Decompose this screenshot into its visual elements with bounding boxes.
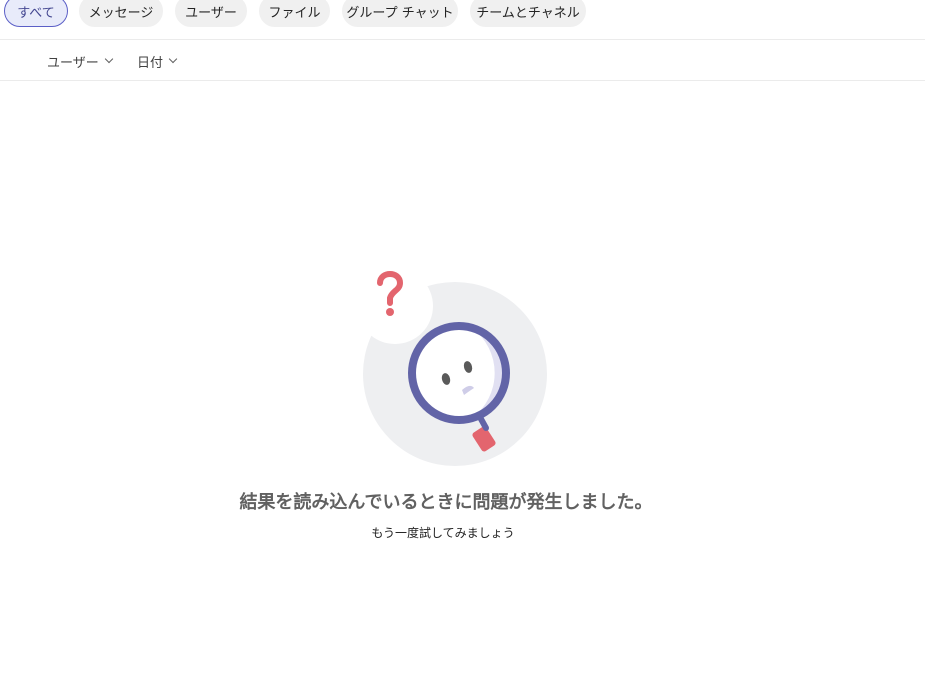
search-results-page: すべて メッセージ ユーザー ファイル グループ チャット チームとチャネル ユ…: [0, 0, 925, 700]
filter-bar: ユーザー 日付: [0, 41, 925, 81]
tab-people[interactable]: ユーザー: [175, 0, 247, 27]
chevron-down-icon: [104, 54, 113, 64]
tab-group-chats[interactable]: グループ チャット: [342, 0, 458, 27]
user-filter-label: ユーザー: [47, 55, 99, 71]
chevron-down-icon: [168, 54, 178, 64]
date-filter-label: 日付: [137, 55, 164, 71]
tab-messages[interactable]: メッセージ: [79, 0, 163, 27]
error-title: 結果を読み込んでいるときに問題が発生しました。: [239, 492, 653, 513]
date-filter-dropdown[interactable]: 日付: [137, 51, 178, 71]
tab-teams-and-channels[interactable]: チームとチャネル: [470, 0, 586, 27]
tab-files[interactable]: ファイル: [259, 0, 330, 27]
error-illustration: [360, 268, 547, 466]
search-tab-bar: すべて メッセージ ユーザー ファイル グループ チャット チームとチャネル: [0, 0, 925, 40]
user-filter-dropdown[interactable]: ユーザー: [47, 51, 113, 71]
error-retry-text: もう一度試してみましょう: [371, 526, 515, 540]
tab-all[interactable]: すべて: [4, 0, 68, 27]
